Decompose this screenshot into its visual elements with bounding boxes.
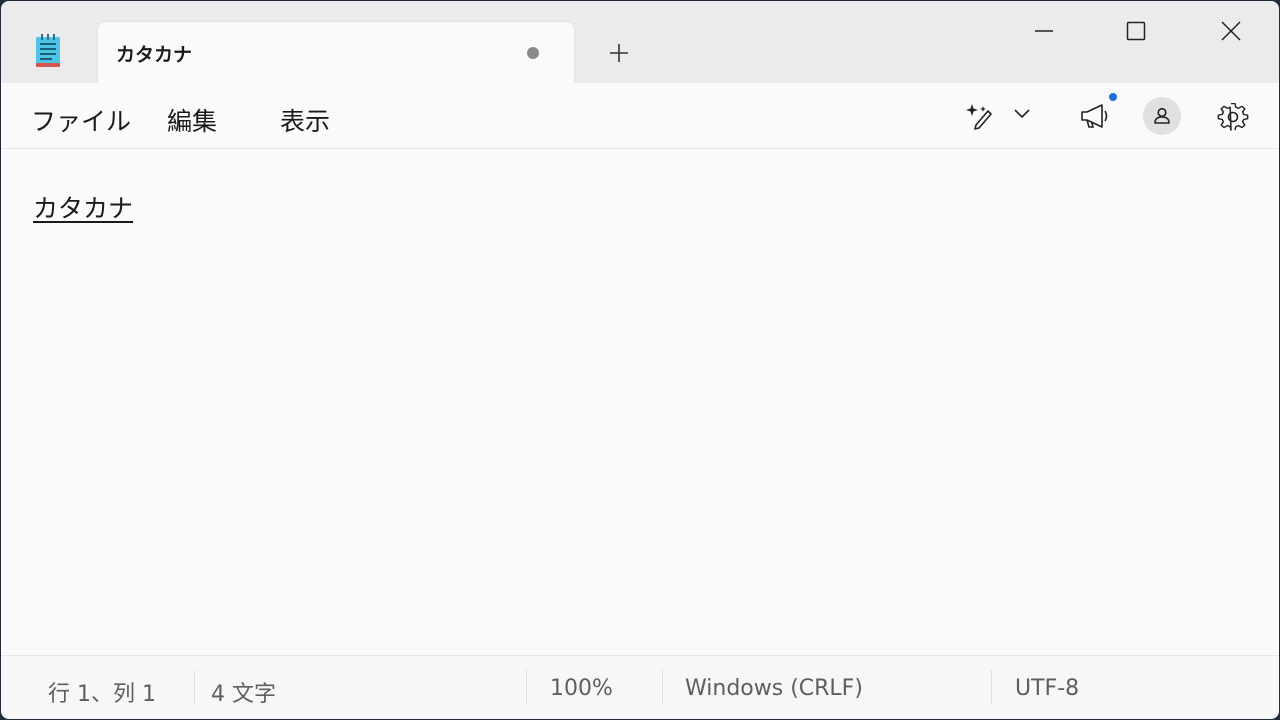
minimize-icon	[1035, 30, 1053, 32]
menu-file[interactable]: ファイル	[31, 102, 131, 138]
menu-view[interactable]: 表示	[280, 102, 330, 138]
account-icon	[1154, 107, 1170, 124]
text-editor[interactable]: カタカナ	[1, 149, 1279, 655]
close-icon	[1221, 21, 1241, 41]
tab-document[interactable]: カタカナ	[97, 21, 575, 83]
notepad-window: カタカナ ファイル 編集 表示 カタカナ 行 1、列 1 4 文字 100% W…	[1, 1, 1279, 719]
status-line-ending[interactable]: Windows (CRLF)	[685, 676, 863, 701]
menu-bar: ファイル 編集 表示	[1, 83, 1279, 149]
status-divider	[526, 670, 527, 704]
status-char-count: 4 文字	[211, 682, 276, 707]
unsaved-indicator-icon[interactable]	[527, 47, 539, 59]
maximize-button[interactable]	[1113, 9, 1159, 53]
tab-title: カタカナ	[116, 44, 193, 66]
chevron-down-icon[interactable]	[1011, 103, 1033, 125]
status-zoom[interactable]: 100%	[550, 676, 613, 701]
new-tab-button[interactable]	[601, 37, 637, 69]
notepad-app-icon	[33, 34, 63, 68]
notification-dot	[1109, 93, 1117, 101]
status-cursor-position[interactable]: 行 1、列 1	[48, 676, 156, 708]
close-button[interactable]	[1208, 9, 1254, 53]
megaphone-icon[interactable]	[1077, 99, 1113, 133]
title-bar: カタカナ	[1, 1, 1279, 83]
status-divider	[662, 670, 663, 704]
plus-icon	[610, 44, 628, 62]
status-divider	[991, 670, 992, 704]
account-button[interactable]	[1143, 97, 1181, 135]
minimize-button[interactable]	[1021, 9, 1067, 53]
copilot-pen-icon[interactable]	[963, 99, 997, 133]
status-encoding[interactable]: UTF-8	[1015, 676, 1079, 701]
status-divider	[194, 670, 195, 704]
maximize-icon	[1126, 21, 1146, 41]
gear-icon[interactable]	[1215, 99, 1251, 135]
editor-content[interactable]: カタカナ	[33, 189, 133, 225]
status-bar: 行 1、列 1 4 文字 100% Windows (CRLF) UTF-8	[1, 655, 1279, 719]
menu-edit[interactable]: 編集	[167, 102, 217, 138]
